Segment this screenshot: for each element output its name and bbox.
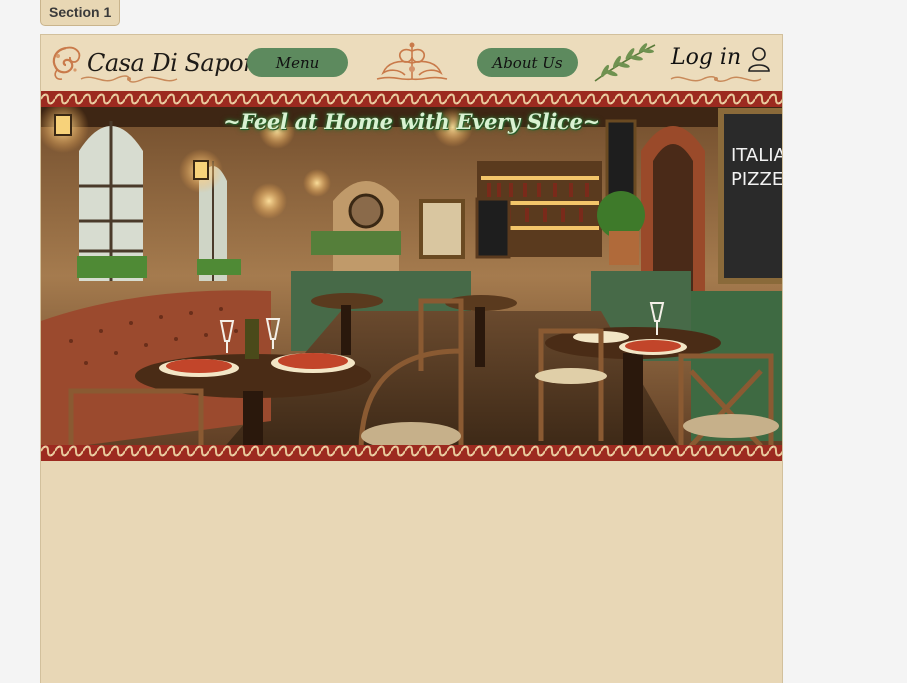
restaurant-interior-image: ITALIAN PIZZERIA (41, 91, 782, 461)
navbar: Casa Di Sapore Menu About Us Log in (41, 35, 782, 91)
ornament-icon (376, 42, 448, 81)
svg-text:PIZZERIA: PIZZERIA (731, 169, 782, 190)
menu-button[interactable]: Menu (247, 48, 348, 77)
flourish-logo-icon (52, 46, 81, 80)
flourish-divider-icon (670, 76, 762, 82)
hero-banner: ITALIAN PIZZERIA (41, 91, 782, 461)
about-us-button[interactable]: About Us (477, 48, 578, 77)
flourish-divider-icon (80, 75, 178, 83)
user-icon[interactable] (747, 45, 771, 73)
section-label: Section 1 (40, 0, 121, 26)
page-frame: Casa Di Sapore Menu About Us Log in ITAL… (40, 34, 783, 683)
olive-branch-icon (594, 43, 656, 82)
login-link[interactable]: Log in (671, 45, 741, 70)
hero-tagline: ~Feel at Home with Every Slice~ (223, 109, 600, 134)
chalkboard-text: ITALIAN (731, 145, 782, 166)
